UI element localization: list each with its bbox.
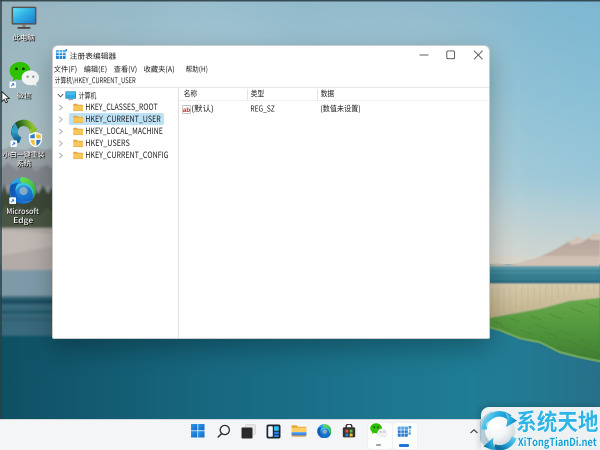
svg-text:ab: ab — [183, 106, 190, 113]
